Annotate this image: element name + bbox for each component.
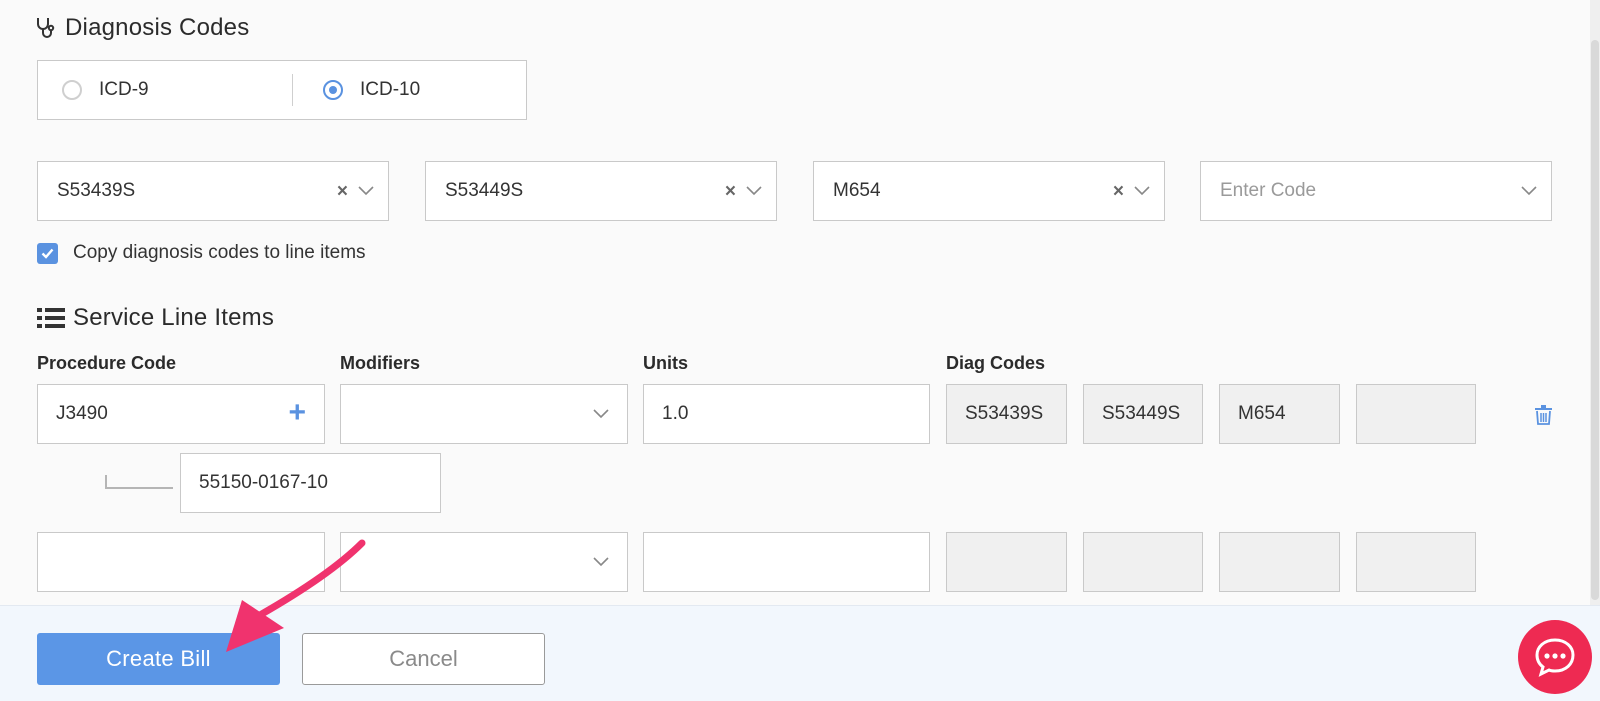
- enter-code-placeholder: Enter Code: [1220, 180, 1317, 201]
- diagnosis-code-value: S53439S: [57, 180, 136, 201]
- icd9-radio[interactable]: ICD-9: [62, 79, 292, 101]
- diagnosis-code-select-2[interactable]: S53449S ×: [425, 161, 777, 221]
- diag-code-pointer-1[interactable]: S53439S: [946, 384, 1067, 444]
- clear-icon[interactable]: ×: [725, 182, 736, 201]
- units-input[interactable]: 1.0: [643, 384, 930, 444]
- icd10-label: ICD-10: [360, 79, 421, 100]
- copy-diagnosis-label: Copy diagnosis codes to line items: [73, 242, 366, 263]
- stethoscope-icon: [35, 16, 57, 40]
- modifiers-column-label: Modifiers: [340, 353, 421, 373]
- diag-code-pointer-3[interactable]: [1219, 532, 1340, 592]
- billing-form: Diagnosis Codes ICD-9 ICD-10 S53439S × S…: [0, 0, 1600, 701]
- procedure-code-value: J3490: [56, 403, 108, 424]
- diag-code-pointer-3[interactable]: M654: [1219, 384, 1340, 444]
- diagnosis-code-select-1[interactable]: S53439S ×: [37, 161, 389, 221]
- procedure-code-input[interactable]: J3490 +: [37, 384, 325, 444]
- code-system-radio-group: ICD-9 ICD-10: [37, 60, 527, 120]
- diag-code-pointer-4[interactable]: [1356, 384, 1476, 444]
- clear-icon[interactable]: ×: [1113, 182, 1124, 201]
- icd9-label: ICD-9: [99, 79, 149, 100]
- diag-code-pointer-2[interactable]: S53449S: [1083, 384, 1203, 444]
- units-value: 1.0: [662, 403, 689, 424]
- chevron-down-icon[interactable]: [746, 186, 762, 196]
- modifiers-select[interactable]: [340, 532, 628, 592]
- modifiers-select[interactable]: [340, 384, 628, 444]
- diagnosis-code-value: M654: [833, 180, 881, 201]
- trash-icon[interactable]: [1535, 405, 1552, 430]
- diag-code-pointer-2[interactable]: [1083, 532, 1203, 592]
- units-column-label: Units: [643, 353, 688, 373]
- diagnosis-code-select-3[interactable]: M654 ×: [813, 161, 1165, 221]
- ndc-input[interactable]: 55150-0167-10: [180, 453, 441, 513]
- chevron-down-icon[interactable]: [1134, 186, 1150, 196]
- units-input[interactable]: [643, 532, 930, 592]
- diag-code-pointer-1[interactable]: [946, 532, 1067, 592]
- diagnosis-section-title: Diagnosis Codes: [35, 14, 249, 42]
- scrollbar-thumb[interactable]: [1591, 40, 1599, 600]
- diag-code-pointer-value: S53439S: [965, 403, 1044, 424]
- radio-divider: [292, 74, 293, 106]
- chevron-down-icon[interactable]: [593, 409, 609, 419]
- list-icon: [37, 307, 65, 329]
- diag-code-pointer-4[interactable]: [1356, 532, 1476, 592]
- plus-icon[interactable]: +: [288, 397, 306, 428]
- chevron-down-icon[interactable]: [593, 557, 609, 567]
- chevron-down-icon[interactable]: [358, 186, 374, 196]
- ndc-connector-line: [105, 475, 173, 489]
- cancel-button[interactable]: Cancel: [302, 633, 545, 685]
- copy-diagnosis-checkbox[interactable]: [37, 242, 58, 264]
- diag-codes-column-label: Diag Codes: [946, 353, 1046, 373]
- diagnosis-code-value: S53449S: [445, 180, 524, 201]
- chat-icon[interactable]: [1518, 620, 1592, 694]
- ndc-value: 55150-0167-10: [199, 472, 328, 493]
- create-bill-button[interactable]: Create Bill: [37, 633, 280, 685]
- copy-diagnosis-checkbox-row[interactable]: Copy diagnosis codes to line items: [37, 242, 366, 264]
- clear-icon[interactable]: ×: [337, 182, 348, 201]
- procedure-code-input[interactable]: [37, 532, 325, 592]
- diagnosis-title-text: Diagnosis Codes: [65, 14, 250, 41]
- icd10-radio-circle[interactable]: [323, 80, 343, 100]
- diagnosis-code-select-4[interactable]: Enter Code: [1200, 161, 1552, 221]
- procedure-code-column-label: Procedure Code: [37, 353, 177, 373]
- icd10-radio[interactable]: ICD-10: [323, 79, 420, 101]
- icd9-radio-circle[interactable]: [62, 80, 82, 100]
- service-title-text: Service Line Items: [73, 304, 275, 331]
- service-section-title: Service Line Items: [37, 304, 274, 332]
- diag-code-pointer-value: M654: [1238, 403, 1286, 424]
- diag-code-pointer-value: S53449S: [1102, 403, 1181, 424]
- chevron-down-icon[interactable]: [1521, 186, 1537, 196]
- scrollbar[interactable]: [1590, 0, 1600, 610]
